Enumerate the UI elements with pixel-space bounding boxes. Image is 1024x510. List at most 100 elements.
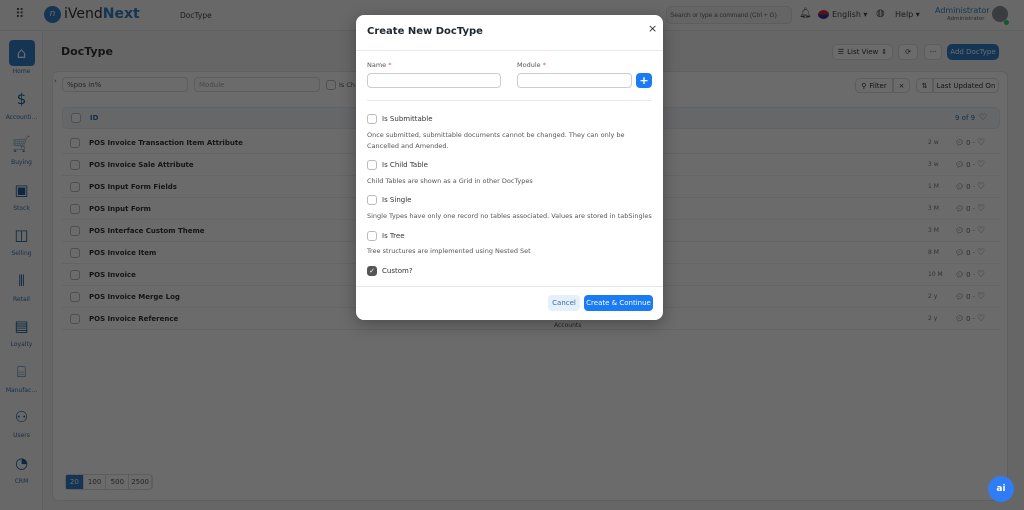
checkbox[interactable] (367, 195, 377, 205)
option-is-tree[interactable]: Is Tree (367, 231, 405, 241)
row-id[interactable]: POS Invoice Merge Log (89, 293, 180, 301)
ai-assistant-button[interactable]: ai (988, 476, 1014, 502)
row-id[interactable]: POS Invoice (89, 271, 136, 279)
sidebar-item-home[interactable]: ⌂ Home (0, 40, 43, 75)
sidebar-item-selling[interactable]: ◫ Selling (0, 222, 43, 257)
sidebar-item-retail[interactable]: ⦀ Retail (0, 268, 43, 303)
is-child-filter-label: Is Ch (339, 81, 356, 89)
sort-direction-button[interactable]: ⇅ (916, 78, 933, 93)
comment-count-value: 0 (966, 204, 971, 213)
list-view-button[interactable]: ☰ List View ⇕ (832, 44, 893, 60)
page-size-20[interactable]: 20 (66, 475, 84, 489)
apps-grid-icon[interactable]: ⠿ (15, 7, 25, 22)
name-input[interactable] (367, 73, 501, 88)
sidebar-item-label: Stock (13, 204, 30, 212)
help-menu[interactable]: Help ▾ (895, 10, 920, 19)
row-checkbox[interactable] (70, 159, 80, 170)
refresh-button[interactable]: ⟳ (898, 44, 918, 60)
heart-icon[interactable]: ♡ (977, 226, 985, 236)
brand-logo[interactable]: iVendNext (64, 6, 140, 22)
checkbox[interactable] (367, 231, 377, 241)
box-icon: ▣ (14, 180, 29, 199)
row-checkbox[interactable] (70, 181, 80, 192)
heart-icon[interactable]: ♡ (977, 160, 985, 170)
comment-count-value: 0 (966, 292, 971, 301)
row-id[interactable]: POS Interface Custom Theme (89, 227, 205, 235)
comment-count-value: 0 (966, 314, 971, 323)
sidebar-item-loyalty[interactable]: ▤ Loyalty (0, 313, 43, 348)
sidebar-item-buying[interactable]: 🛒 Buying (0, 131, 43, 166)
is-child-filter-checkbox[interactable] (326, 80, 336, 90)
checkbox[interactable] (367, 160, 377, 170)
sidebar-item-stock[interactable]: ▣ Stock (0, 177, 43, 212)
option-is-submittable[interactable]: Is Submittable (367, 114, 433, 124)
create-continue-button[interactable]: Create & Continue (584, 295, 653, 311)
checkbox[interactable] (367, 114, 377, 124)
chevron-right-icon[interactable]: › (54, 77, 57, 85)
sidebar-item-manufac[interactable]: ⌸ Manufac... (0, 359, 43, 394)
sidebar-item-accounti[interactable]: $ Accounti... (0, 86, 43, 121)
bell-icon[interactable]: 🔔︎ (799, 8, 812, 19)
add-module-button[interactable]: + (636, 73, 652, 88)
row-id[interactable]: POS Input Form (89, 205, 151, 213)
id-filter-input[interactable]: %pos in% (62, 77, 188, 92)
row-checkbox[interactable] (70, 291, 80, 302)
select-all-checkbox[interactable] (71, 113, 81, 123)
row-id[interactable]: POS Invoice Transaction Item Attribute (89, 139, 243, 147)
cart-icon: 🛒 (12, 135, 31, 153)
page-size-100[interactable]: 100 (84, 475, 107, 489)
option-is-child-table[interactable]: Is Child Table (367, 160, 428, 170)
sidebar-item-label: Manufac... (5, 386, 38, 394)
sort-field-button[interactable]: Last Updated On (933, 78, 999, 93)
module-filter-input[interactable]: Module (194, 77, 320, 92)
option-custom[interactable]: ✓ Custom? (367, 266, 413, 276)
more-button[interactable]: ··· (924, 44, 942, 60)
search-input[interactable]: Search or type a command (Ctrl + G) (666, 6, 792, 24)
sidebar-item-label: Loyalty (10, 341, 33, 348)
filter-button[interactable]: ⚲ Filter (855, 78, 893, 93)
module-input[interactable] (517, 73, 632, 88)
heart-icon[interactable]: ♡ (977, 248, 985, 258)
heart-icon[interactable]: ♡ (977, 138, 985, 148)
users-icon: ⚇ (14, 408, 29, 426)
clear-filter-button[interactable]: × (893, 78, 910, 93)
row-id[interactable]: POS Invoice Reference (89, 315, 178, 323)
page-size-500[interactable]: 500 (106, 475, 130, 489)
row-id[interactable]: POS Invoice Item (89, 249, 156, 257)
heart-icon[interactable]: ♡ (977, 270, 985, 280)
column-id[interactable]: ID (90, 114, 98, 122)
barcode-icon: ⦀ (18, 271, 25, 290)
row-checkbox[interactable] (70, 225, 80, 236)
comment-icon: 💬︎ (955, 226, 964, 235)
row-checkbox[interactable] (70, 269, 80, 280)
heart-icon[interactable]: ♡ (977, 204, 985, 214)
row-id[interactable]: POS Invoice Sale Attribute (89, 161, 194, 169)
heart-icon[interactable]: ♡ (977, 182, 985, 192)
comment-count-value: 0 (966, 160, 971, 169)
heart-icon[interactable]: ♡ (977, 314, 985, 324)
sidebar-item-crm[interactable]: ◔ CRM (0, 450, 43, 485)
row-id[interactable]: POS Input Form Fields (89, 183, 177, 191)
option-is-single[interactable]: Is Single (367, 195, 411, 205)
cancel-button[interactable]: Cancel (548, 295, 580, 311)
sidebar-item-label: CRM (14, 477, 29, 485)
comment-count: 💬︎ 0 · (955, 138, 976, 147)
close-icon[interactable]: × (648, 22, 657, 35)
palette-icon[interactable]: ◍ (876, 8, 885, 19)
checkbox[interactable]: ✓ (367, 266, 377, 276)
page-size-2500[interactable]: 2500 (129, 475, 152, 489)
language-selector[interactable]: English ▾ (832, 10, 867, 19)
user-name[interactable]: Administrator (935, 6, 990, 15)
breadcrumb[interactable]: DocType (180, 11, 212, 20)
add-doctype-button[interactable]: Add DocType (947, 44, 999, 60)
sidebar-item-label: Selling (11, 250, 32, 257)
sidebar-item-users[interactable]: ⚇ Users (0, 404, 43, 439)
row-checkbox[interactable] (70, 313, 80, 324)
row-checkbox[interactable] (70, 203, 80, 214)
heart-icon[interactable]: ♡ (979, 113, 987, 123)
heart-icon[interactable]: ♡ (977, 292, 985, 302)
sidebar-item-label: Retail (13, 295, 30, 303)
row-checkbox[interactable] (70, 137, 80, 148)
list-icon: ☰ (837, 48, 845, 56)
row-checkbox[interactable] (70, 247, 80, 258)
